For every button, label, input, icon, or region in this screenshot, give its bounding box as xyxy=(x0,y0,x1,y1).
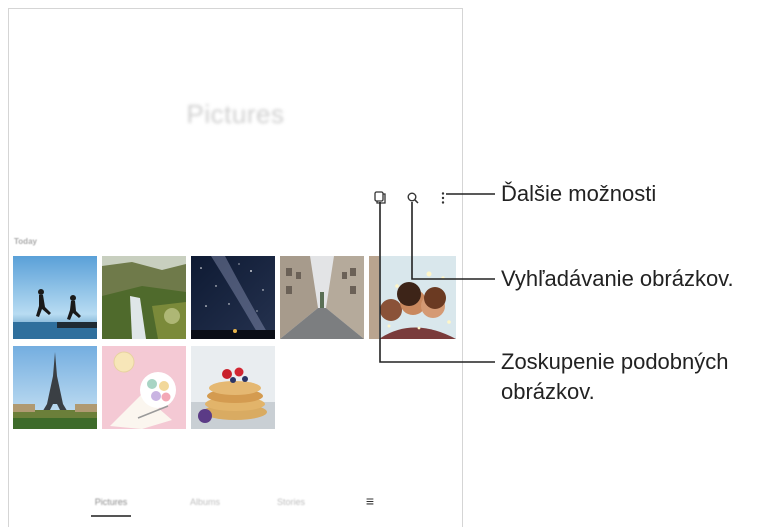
thumbnail-waterfall-landscape[interactable] xyxy=(102,256,186,339)
thumbnail-sparkler-friends[interactable] xyxy=(369,256,456,339)
more-options-icon[interactable] xyxy=(435,189,451,207)
active-tab-indicator xyxy=(91,515,131,517)
callout-group-similar-line1: Zoskupenie podobných xyxy=(501,349,729,374)
tab-stories[interactable]: Stories xyxy=(261,497,321,507)
tab-pictures[interactable]: Pictures xyxy=(81,497,141,507)
thumbnail-milky-way-night[interactable] xyxy=(191,256,275,339)
tab-albums[interactable]: Albums xyxy=(175,497,235,507)
thumbnail-jumping-people[interactable] xyxy=(13,256,97,339)
thumbnail-eiffel-tower[interactable] xyxy=(13,346,97,429)
gallery-screen: Pictures Today Pictures Albums Stories ≡ xyxy=(8,8,463,527)
thumbnail-city-street[interactable] xyxy=(280,256,364,339)
callout-more-options: Ďalšie možnosti xyxy=(501,181,657,206)
section-label: Today xyxy=(14,237,37,246)
search-icon[interactable] xyxy=(405,189,421,207)
callout-group-similar-line2: obrázkov. xyxy=(501,379,595,404)
callout-search: Vyhľadávanie obrázkov. xyxy=(501,266,734,291)
menu-icon[interactable]: ≡ xyxy=(362,493,378,509)
thumbnail-pancakes[interactable] xyxy=(191,346,275,429)
group-similar-icon[interactable] xyxy=(371,189,387,207)
thumbnail-macarons[interactable] xyxy=(102,346,186,429)
bottom-navigation: Pictures Albums Stories ≡ xyxy=(9,493,462,525)
page-title: Pictures xyxy=(186,99,285,129)
